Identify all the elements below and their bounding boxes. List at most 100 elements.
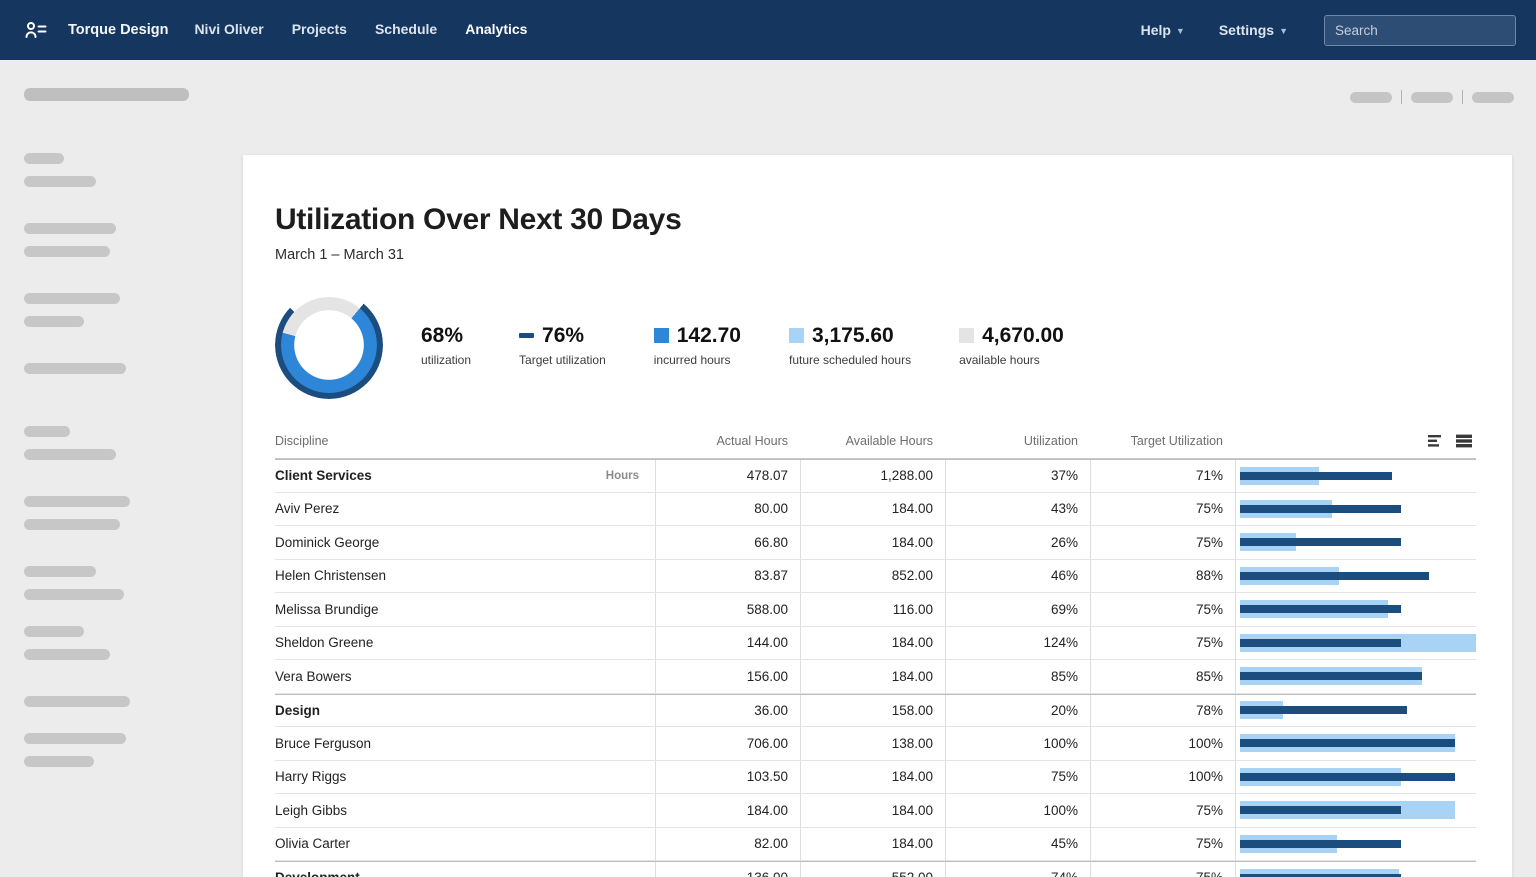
- bar-rows-view-icon[interactable]: [1428, 434, 1446, 448]
- table-row[interactable]: Harry Riggs 103.50 184.00 75% 100%: [275, 761, 1476, 795]
- row-utilization: 43%: [945, 493, 1090, 526]
- row-actual-hours: 82.00: [655, 828, 800, 861]
- row-actual-hours: 156.00: [655, 660, 800, 693]
- pill-placeholder: [1472, 92, 1514, 103]
- table-body: Client Services Hours 478.07 1,288.00 37…: [275, 459, 1476, 877]
- table-row[interactable]: Sheldon Greene 144.00 184.00 124% 75%: [275, 627, 1476, 661]
- row-available-hours: 184.00: [800, 526, 945, 559]
- row-target-utilization: 75%: [1090, 526, 1235, 559]
- row-available-hours: 184.00: [800, 828, 945, 861]
- nav-item-nivi-oliver[interactable]: Nivi Oliver: [180, 1, 277, 57]
- skeleton-bar: [24, 363, 126, 374]
- row-available-hours: 184.00: [800, 493, 945, 526]
- utilization-bar-track: [1240, 666, 1476, 686]
- table-row[interactable]: Melissa Brundige 588.00 116.00 69% 75%: [275, 593, 1476, 627]
- app-logo-icon[interactable]: [24, 18, 48, 42]
- legend-item: 4,670.00 available hours: [959, 324, 1064, 367]
- row-utilization: 74%: [945, 862, 1090, 877]
- row-utilization: 100%: [945, 727, 1090, 760]
- col-discipline[interactable]: Discipline: [275, 434, 655, 448]
- sidebar-skeleton: [24, 88, 224, 779]
- legend-value: 3,175.60: [812, 324, 894, 348]
- table-row[interactable]: Aviv Perez 80.00 184.00 43% 75%: [275, 493, 1476, 527]
- col-actual-hours[interactable]: Actual Hours: [655, 434, 800, 448]
- row-note: Hours: [606, 470, 643, 482]
- row-name: Harry Riggs: [275, 769, 346, 784]
- row-actual-hours: 36.00: [655, 695, 800, 727]
- skeleton-bar: [24, 756, 94, 767]
- col-available-hours[interactable]: Available Hours: [800, 434, 945, 448]
- nav-item-projects[interactable]: Projects: [278, 1, 361, 57]
- legend-swatch: [654, 328, 669, 343]
- skeleton-bar: [24, 223, 116, 234]
- table-row[interactable]: Design 36.00 158.00 20% 78%: [275, 694, 1476, 728]
- row-target-utilization: 75%: [1090, 593, 1235, 626]
- row-target-utilization: 88%: [1090, 560, 1235, 593]
- row-utilization: 85%: [945, 660, 1090, 693]
- table-row[interactable]: Olivia Carter 82.00 184.00 45% 75%: [275, 828, 1476, 862]
- row-available-hours: 184.00: [800, 761, 945, 794]
- table-row[interactable]: Helen Christensen 83.87 852.00 46% 88%: [275, 560, 1476, 594]
- date-range: March 1 – March 31: [275, 247, 1476, 263]
- table-row[interactable]: Vera Bowers 156.00 184.00 85% 85%: [275, 660, 1476, 694]
- report-card: Utilization Over Next 30 Days March 1 – …: [243, 155, 1512, 877]
- legend-item: 68% utilization: [421, 324, 471, 367]
- help-menu[interactable]: Help ▼: [1131, 14, 1195, 46]
- row-name: Bruce Ferguson: [275, 736, 371, 751]
- main-nav: Nivi OliverProjectsScheduleAnalytics: [180, 21, 541, 39]
- legend-label: future scheduled hours: [789, 353, 911, 367]
- legend-label: incurred hours: [654, 353, 741, 367]
- utilization-bar-track: [1240, 700, 1476, 720]
- target-bar: [1240, 840, 1401, 848]
- utilization-bar-track: [1240, 868, 1476, 877]
- row-utilization: 26%: [945, 526, 1090, 559]
- skeleton-bar: [24, 426, 70, 437]
- target-bar: [1240, 773, 1455, 781]
- col-target-utilization[interactable]: Target Utilization: [1090, 434, 1235, 448]
- row-target-utilization: 85%: [1090, 660, 1235, 693]
- target-bar: [1240, 505, 1401, 513]
- list-view-icon[interactable]: [1456, 434, 1474, 448]
- skeleton-bar: [24, 519, 120, 530]
- target-bar: [1240, 739, 1455, 747]
- target-bar: [1240, 672, 1422, 680]
- target-bar: [1240, 605, 1401, 613]
- pill-placeholder: [1411, 92, 1453, 103]
- table-row[interactable]: Client Services Hours 478.07 1,288.00 37…: [275, 459, 1476, 493]
- search-input[interactable]: [1324, 15, 1516, 46]
- nav-item-analytics[interactable]: Analytics: [451, 1, 541, 57]
- nav-item-schedule[interactable]: Schedule: [361, 1, 451, 57]
- col-bars-header: [1235, 434, 1476, 448]
- legend-swatch: [789, 328, 804, 343]
- row-actual-hours: 136.00: [655, 862, 800, 877]
- table-row[interactable]: Leigh Gibbs 184.00 184.00 100% 75%: [275, 794, 1476, 828]
- utilization-bar-track: [1240, 767, 1476, 787]
- table-row[interactable]: Development 136.00 552.00 74% 75%: [275, 861, 1476, 877]
- donut-utilization-ring: [281, 297, 377, 393]
- legend-label: utilization: [421, 353, 471, 367]
- brand-name[interactable]: Torque Design: [68, 22, 180, 38]
- row-available-hours: 552.00: [800, 862, 945, 877]
- row-utilization: 75%: [945, 761, 1090, 794]
- utilization-bar-track: [1240, 633, 1476, 653]
- utilization-bar-track: [1240, 466, 1476, 486]
- row-actual-hours: 184.00: [655, 794, 800, 827]
- utilization-donut: [275, 291, 383, 399]
- skeleton-bar: [24, 153, 64, 164]
- utilization-bar-track: [1240, 834, 1476, 854]
- row-target-utilization: 100%: [1090, 761, 1235, 794]
- table-row[interactable]: Bruce Ferguson 706.00 138.00 100% 100%: [275, 727, 1476, 761]
- row-utilization: 37%: [945, 460, 1090, 492]
- table-row[interactable]: Dominick George 66.80 184.00 26% 75%: [275, 526, 1476, 560]
- row-utilization: 20%: [945, 695, 1090, 727]
- settings-label: Settings: [1219, 22, 1274, 38]
- skeleton-bar: [24, 649, 110, 660]
- row-available-hours: 852.00: [800, 560, 945, 593]
- settings-menu[interactable]: Settings ▼: [1209, 14, 1298, 46]
- skeleton-bar: [24, 246, 110, 257]
- row-available-hours: 116.00: [800, 593, 945, 626]
- summary-legend: 68% utilization 76% Target utilization 1…: [421, 324, 1064, 367]
- col-utilization[interactable]: Utilization: [945, 434, 1090, 448]
- skeleton-bar: [24, 566, 96, 577]
- utilization-bar-track: [1240, 499, 1476, 519]
